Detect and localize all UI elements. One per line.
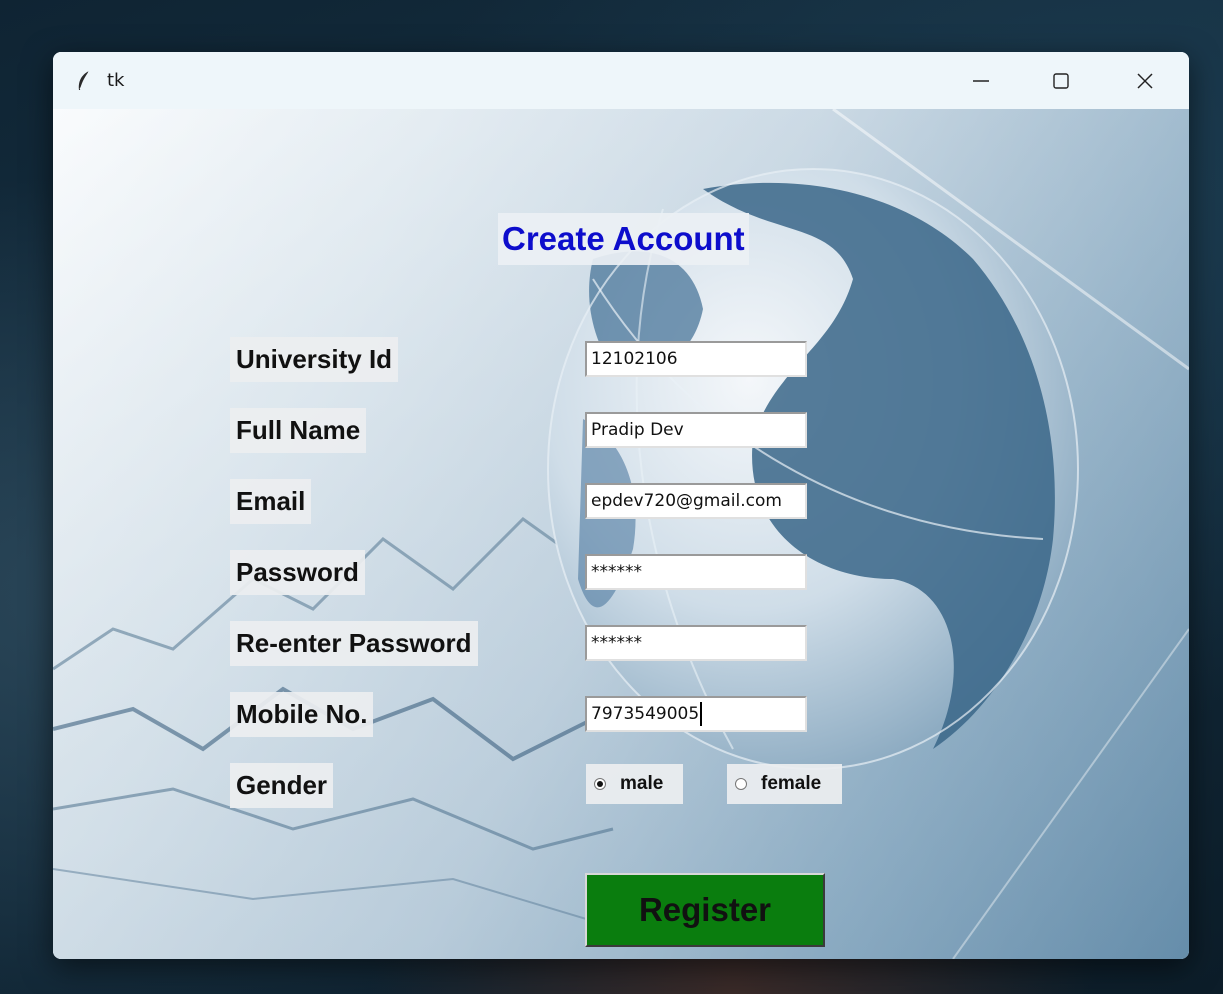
university-id-input[interactable]: 12102106 <box>585 341 807 377</box>
reenter-password-label: Re-enter Password <box>230 621 478 666</box>
email-label: Email <box>230 479 312 524</box>
mobile-input-value: 7973549005 <box>591 704 700 724</box>
register-button[interactable]: Register <box>585 873 825 947</box>
university-id-label: University Id <box>230 337 399 382</box>
password-input[interactable]: ****** <box>585 554 807 590</box>
reenter-password-input[interactable]: ****** <box>585 625 807 661</box>
form-area: Create Account University Id 12102106 Fu… <box>53 109 1189 959</box>
gender-radio-female[interactable]: female <box>727 764 842 804</box>
page-title: Create Account <box>498 213 749 265</box>
password-label: Password <box>230 550 365 595</box>
close-icon <box>1137 72 1153 89</box>
maximize-button[interactable] <box>1021 52 1101 109</box>
app-window: tk Create Account University Id 12102106… <box>53 52 1189 959</box>
full-name-input[interactable]: Pradip Dev <box>585 412 807 448</box>
minimize-button[interactable] <box>941 52 1021 109</box>
close-button[interactable] <box>1105 52 1185 109</box>
mobile-label: Mobile No. <box>230 692 374 737</box>
radio-selected-icon <box>594 778 606 790</box>
text-caret <box>700 702 703 726</box>
gender-female-label: female <box>761 773 822 794</box>
title-bar[interactable]: tk <box>53 52 1189 109</box>
gender-label: Gender <box>230 763 334 808</box>
maximize-icon <box>1053 72 1069 89</box>
email-input[interactable]: epdev720@gmail.com <box>585 483 807 519</box>
feather-icon <box>78 70 90 90</box>
full-name-label: Full Name <box>230 408 367 453</box>
gender-male-label: male <box>620 773 664 794</box>
mobile-input[interactable]: 7973549005 <box>585 696 807 732</box>
minimize-icon <box>973 79 989 82</box>
window-title: tk <box>107 70 125 91</box>
gender-radio-male[interactable]: male <box>586 764 683 804</box>
radio-unselected-icon <box>735 778 747 790</box>
